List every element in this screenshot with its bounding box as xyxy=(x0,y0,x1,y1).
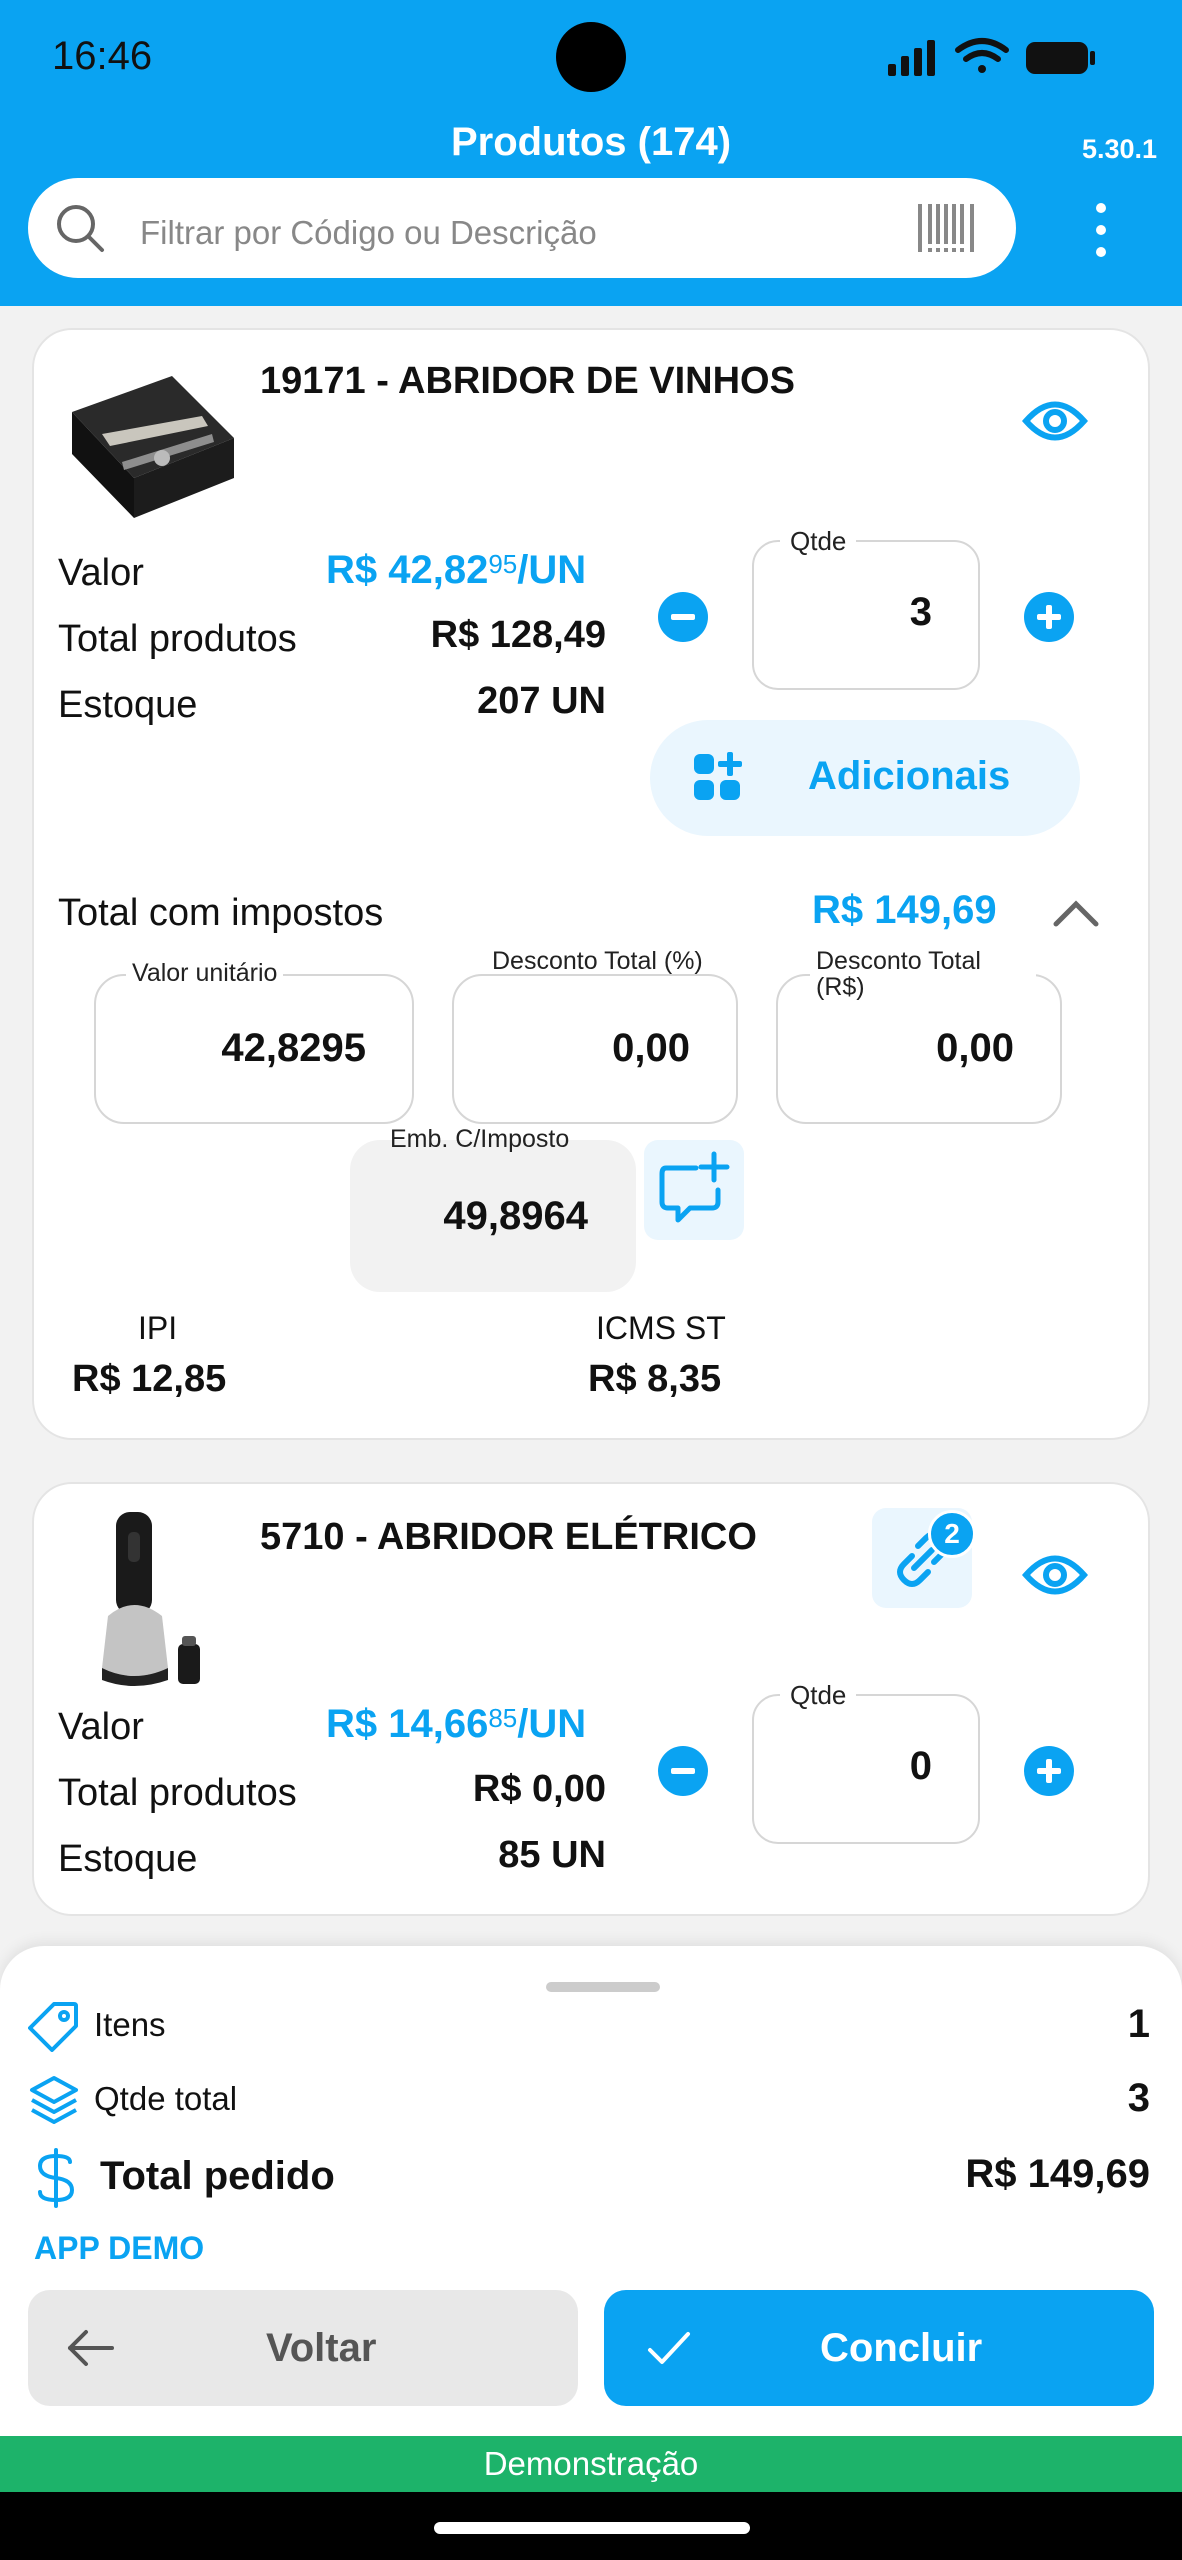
desconto-pct-label: Desconto Total (%) xyxy=(486,948,712,974)
icms-label: ICMS ST xyxy=(596,1310,726,1346)
product-image-electric-opener xyxy=(102,1512,200,1686)
desconto-pct-value: 0,00 xyxy=(612,1026,690,1070)
product-image-wine-opener xyxy=(72,376,234,518)
valor-unitario-label: Valor unitário xyxy=(126,960,284,986)
camera-cutout xyxy=(556,22,626,92)
increase-qty-button[interactable] xyxy=(1024,1746,1074,1796)
check-icon xyxy=(648,2332,690,2364)
valor-label: Valor xyxy=(58,552,144,594)
itens-value: 1 xyxy=(1127,2002,1150,2046)
qty-value: 0 xyxy=(909,1744,932,1788)
decrease-qty-button[interactable] xyxy=(658,1746,708,1796)
estoque-value: 207 UN xyxy=(477,680,606,722)
qty-value: 3 xyxy=(909,590,932,634)
qtde-total-label: Qtde total xyxy=(94,2080,238,2117)
increase-qty-button[interactable] xyxy=(1024,592,1074,642)
unit-price: R$ 14,6685/UN xyxy=(326,1702,587,1746)
total-produtos-label: Total produtos xyxy=(58,618,297,660)
more-menu-icon[interactable] xyxy=(1086,200,1116,260)
qtde-total-value: 3 xyxy=(1127,2076,1150,2120)
search-icon xyxy=(57,205,104,252)
tag-icon xyxy=(28,2002,78,2052)
emb-imposto-value: 49,8964 xyxy=(443,1194,588,1238)
back-label: Voltar xyxy=(266,2326,377,2370)
icms-value: R$ 8,35 xyxy=(588,1358,722,1400)
signal-icon xyxy=(888,40,935,76)
decrease-qty-button[interactable] xyxy=(658,592,708,642)
qty-label: Qtde xyxy=(780,526,857,557)
chevron-up-icon[interactable] xyxy=(1050,896,1102,930)
product-title: 19171 - ABRIDOR DE VINHOS xyxy=(260,360,795,402)
estoque-value: 85 UN xyxy=(498,1834,606,1876)
total-produtos-value: R$ 128,49 xyxy=(430,614,606,656)
status-icons xyxy=(888,38,1095,76)
view-details-icon[interactable] xyxy=(1022,394,1088,448)
estoque-label: Estoque xyxy=(58,1838,198,1880)
total-produtos-value: R$ 0,00 xyxy=(472,1768,606,1810)
total-impostos-label: Total com impostos xyxy=(58,892,384,934)
desconto-rs-label: Desconto Total (R$) xyxy=(810,948,1036,1000)
home-indicator[interactable] xyxy=(434,2522,750,2534)
page-title: Produtos (174) xyxy=(450,120,732,164)
arrow-left-icon xyxy=(68,2330,114,2366)
unit-price: R$ 42,8295/UN xyxy=(326,548,587,592)
estoque-label: Estoque xyxy=(58,684,198,726)
search-placeholder: Filtrar por Código ou Descrição xyxy=(140,214,597,251)
qty-label: Qtde xyxy=(780,1680,857,1711)
app-demo-label: APP DEMO xyxy=(34,2230,205,2266)
emb-imposto-label: Emb. C/Imposto xyxy=(390,1125,570,1153)
total-produtos-label: Total produtos xyxy=(58,1772,297,1814)
view-details-icon[interactable] xyxy=(1022,1548,1088,1602)
demo-banner: Demonstração xyxy=(0,2436,1182,2492)
app-version: 5.30.1 xyxy=(1082,134,1158,164)
wifi-icon xyxy=(955,38,1009,73)
itens-label: Itens xyxy=(94,2006,166,2043)
total-pedido-label: Total pedido xyxy=(100,2154,335,2198)
concluir-label: Concluir xyxy=(820,2326,983,2370)
comment-add-icon xyxy=(659,1151,730,1223)
valor-unitario-value: 42,8295 xyxy=(221,1026,366,1070)
desconto-rs-value: 0,00 xyxy=(936,1026,1014,1070)
valor-label: Valor xyxy=(58,1706,144,1748)
battery-icon xyxy=(1026,42,1095,74)
ipi-label: IPI xyxy=(138,1310,178,1346)
layers-icon xyxy=(30,2076,78,2124)
total-impostos-value: R$ 149,69 xyxy=(812,888,997,932)
link-count-badge: 2 xyxy=(928,1510,976,1558)
app-screen: 16:46 Produtos (174) 5.30.1 Filtrar por … xyxy=(0,0,1182,2560)
total-pedido-value: R$ 149,69 xyxy=(965,2152,1150,2196)
dollar-icon xyxy=(37,2148,75,2208)
barcode-icon[interactable] xyxy=(918,202,976,254)
ipi-value: R$ 12,85 xyxy=(72,1358,227,1400)
sheet-drag-handle[interactable] xyxy=(546,1982,660,1992)
adicionais-label: Adicionais xyxy=(808,754,1011,798)
status-time: 16:46 xyxy=(52,34,153,78)
apps-add-icon xyxy=(694,752,742,800)
product-title: 5710 - ABRIDOR ELÉTRICO xyxy=(260,1516,757,1558)
